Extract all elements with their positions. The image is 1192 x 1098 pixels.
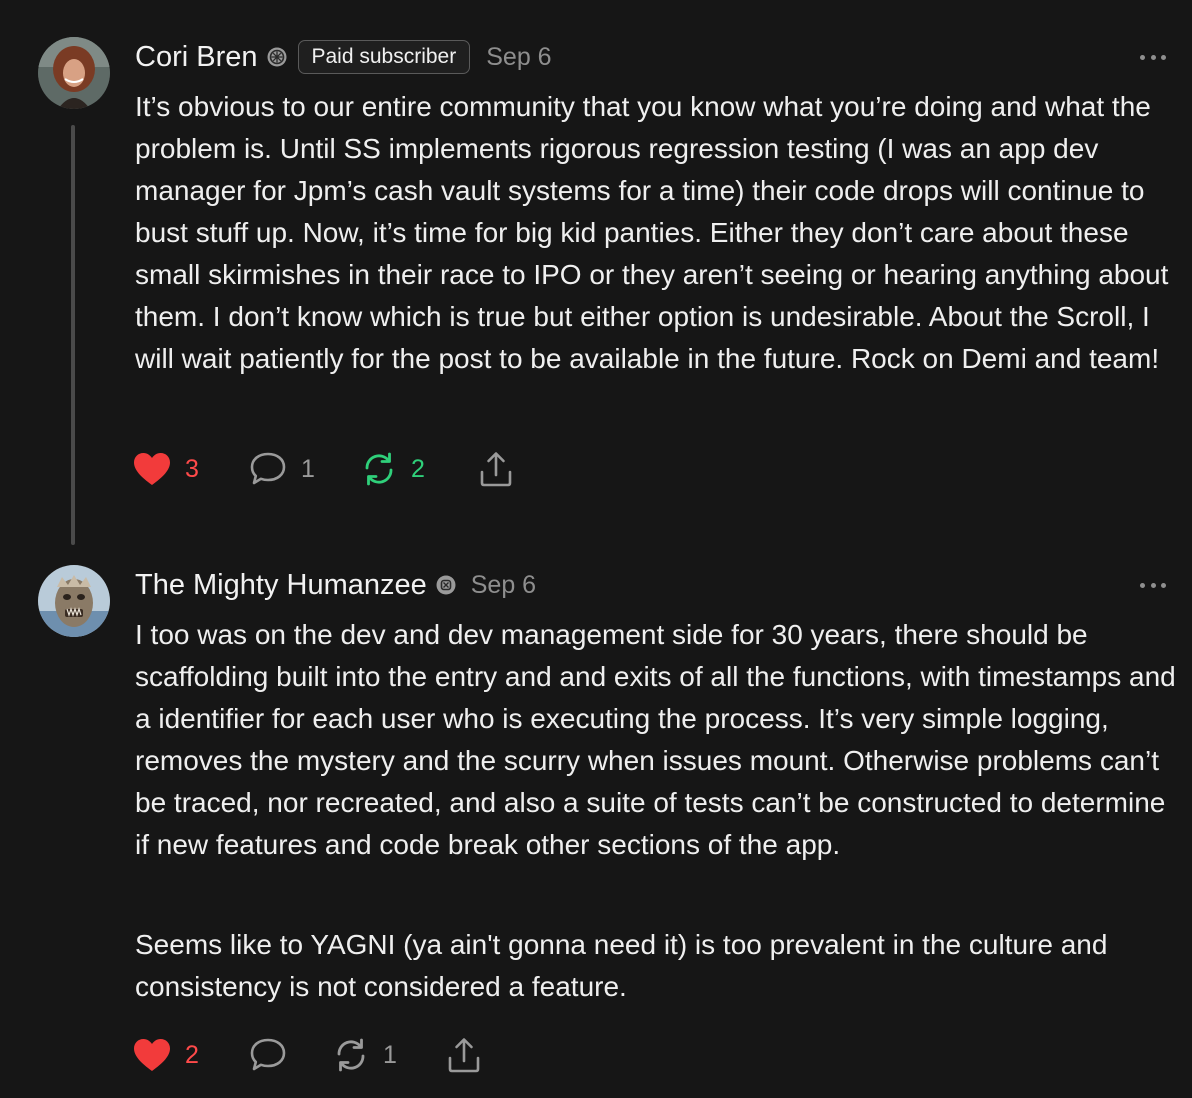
heart-icon <box>134 1039 170 1071</box>
reply-button[interactable]: 1 <box>249 449 315 489</box>
reply-button[interactable] <box>249 1035 287 1075</box>
share-icon <box>480 452 512 487</box>
comment-body-paragraph: Seems like to YAGNI (ya ain't gonna need… <box>135 929 1108 1002</box>
comment-mighty-humanzee: The Mighty Humanzee Sep 6 I too was on t… <box>0 545 1192 1098</box>
avatar[interactable] <box>38 565 110 637</box>
comment-header: Cori Bren Paid subscriber Sep 6 <box>135 37 552 77</box>
reply-count: 1 <box>301 454 315 483</box>
comment-actions: 3 1 2 <box>133 449 533 489</box>
share-button[interactable] <box>479 449 513 489</box>
like-count: 3 <box>185 454 199 483</box>
author-name[interactable]: The Mighty Humanzee <box>135 569 427 602</box>
more-dots-icon[interactable] <box>1140 52 1166 62</box>
comment-date[interactable]: Sep 6 <box>471 571 536 600</box>
verified-badge-icon <box>266 46 288 68</box>
restack-button[interactable]: 2 <box>361 449 425 489</box>
comment-date[interactable]: Sep 6 <box>486 43 551 72</box>
restack-count: 2 <box>411 454 425 483</box>
avatar[interactable] <box>38 37 110 109</box>
comment-body-paragraph: I too was on the dev and dev management … <box>135 619 1176 860</box>
restack-count: 1 <box>383 1040 397 1069</box>
comment-bubble-icon <box>250 1038 286 1071</box>
comment-body: It’s obvious to our entire community tha… <box>135 91 1169 374</box>
paid-subscriber-badge: Paid subscriber <box>297 40 471 74</box>
like-count: 2 <box>185 1040 199 1069</box>
like-button[interactable]: 2 <box>133 1035 199 1075</box>
thread-line <box>71 125 75 545</box>
comment-bubble-icon <box>250 452 286 485</box>
author-name[interactable]: Cori Bren <box>135 41 258 74</box>
verified-badge-icon <box>435 574 457 596</box>
restack-button[interactable]: 1 <box>333 1035 397 1075</box>
share-icon <box>448 1038 480 1073</box>
restack-icon <box>365 452 393 486</box>
comment-header: The Mighty Humanzee Sep 6 <box>135 565 536 605</box>
share-button[interactable] <box>447 1035 481 1075</box>
comment-cori-bren: Cori Bren Paid subscriber Sep 6 It’s obv… <box>0 0 1192 545</box>
like-button[interactable]: 3 <box>133 449 199 489</box>
heart-icon <box>134 453 170 485</box>
more-dots-icon[interactable] <box>1140 580 1166 590</box>
comment-actions: 2 1 <box>133 1035 533 1075</box>
restack-icon <box>337 1038 365 1072</box>
